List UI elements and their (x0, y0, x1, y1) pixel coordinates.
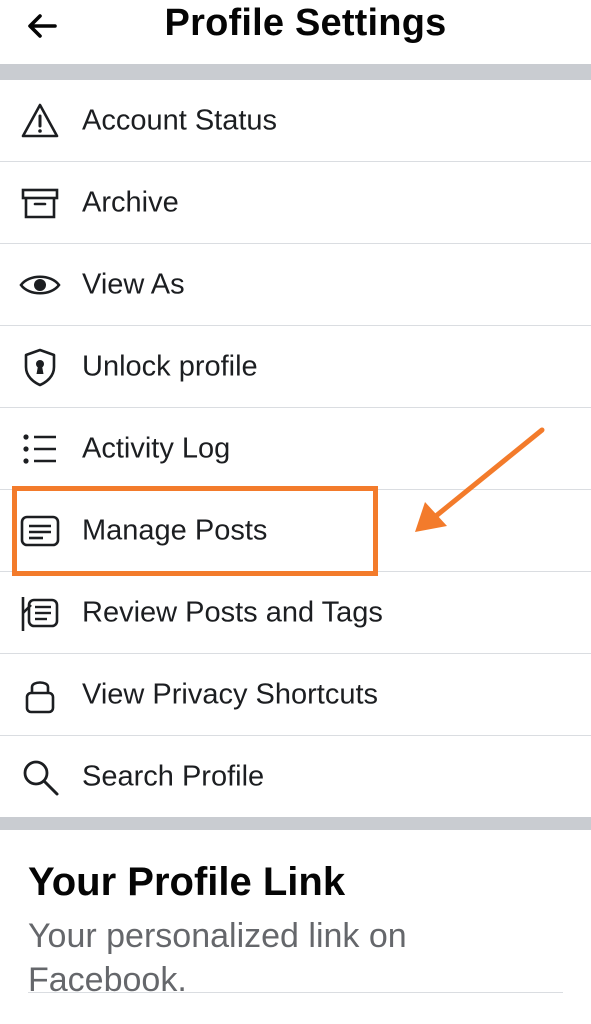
archive-box-icon (18, 181, 62, 225)
menu-item-label: Activity Log (82, 432, 231, 464)
section-title: Your Profile Link (28, 860, 346, 904)
menu-item-label: View Privacy Shortcuts (82, 678, 379, 710)
menu-item-view-privacy-shortcuts[interactable]: View Privacy Shortcuts (0, 654, 591, 736)
eye-icon (18, 263, 62, 307)
page-title: Profile Settings (164, 2, 447, 44)
menu-item-label: Manage Posts (82, 514, 268, 546)
section-divider (0, 64, 591, 80)
menu-item-label: Search Profile (82, 760, 265, 792)
list-icon (18, 427, 62, 471)
menu-item-label: Archive (82, 186, 179, 218)
posts-card-icon (18, 509, 62, 553)
shield-keyhole-icon (18, 345, 62, 389)
menu-item-label: Account Status (82, 104, 278, 136)
menu-item-label: Review Posts and Tags (82, 596, 383, 628)
section-divider (0, 817, 591, 830)
menu-item-account-status[interactable]: Account Status (0, 80, 591, 162)
menu-item-label: Unlock profile (82, 350, 258, 382)
menu-item-unlock-profile[interactable]: Unlock profile (0, 326, 591, 408)
section-description: Your personalized link on Facebook. (28, 917, 407, 999)
menu-item-search-profile[interactable]: Search Profile (0, 736, 591, 817)
divider (28, 992, 563, 993)
menu-item-label: View As (82, 268, 185, 300)
lock-icon (18, 673, 62, 717)
menu-item-review-posts-tags[interactable]: Review Posts and Tags (0, 572, 591, 654)
warning-triangle-icon (18, 99, 62, 143)
menu-item-view-as[interactable]: View As (0, 244, 591, 326)
annotation-arrow-icon (415, 427, 545, 532)
top-bar: Profile Settings (0, 0, 591, 64)
menu-item-archive[interactable]: Archive (0, 162, 591, 244)
tagged-posts-icon (18, 591, 62, 635)
search-icon (18, 755, 62, 799)
